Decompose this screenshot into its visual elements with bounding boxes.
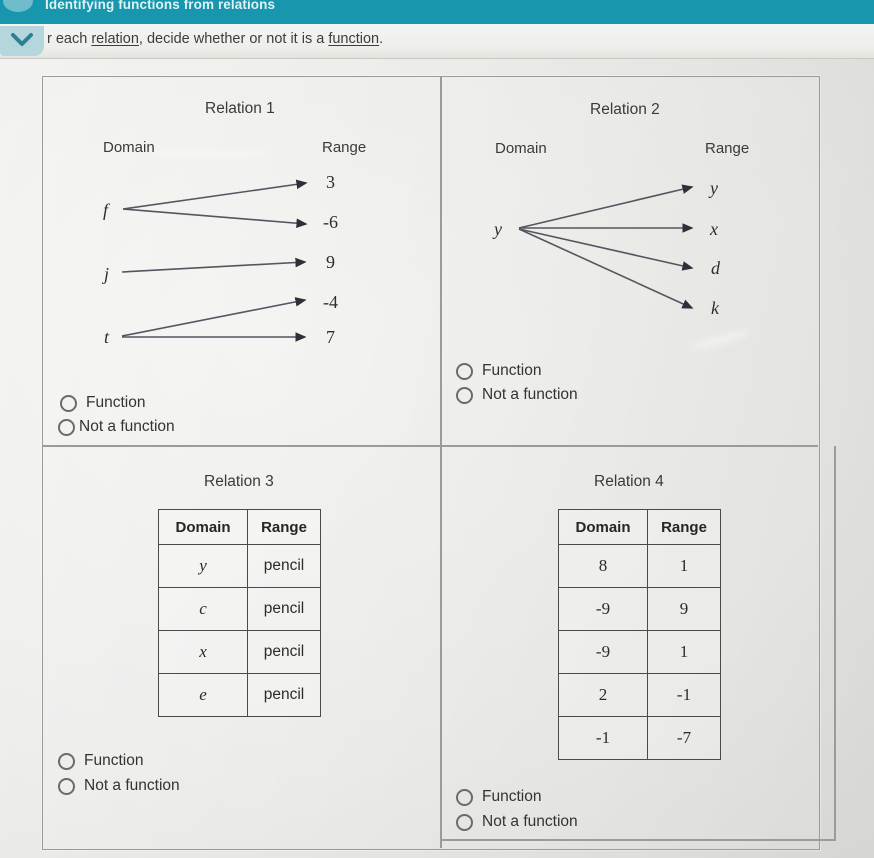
relation-1-range-node-3: -4 xyxy=(323,292,338,312)
relation-1-option-function[interactable]: Function xyxy=(60,394,145,412)
relation-1-range-node-0: 3 xyxy=(326,172,335,192)
collapse-toggle-button[interactable] xyxy=(0,26,44,56)
relation-4-radio-function[interactable] xyxy=(456,788,473,806)
relation-2-range-node-3: k xyxy=(711,298,719,318)
relation-4-cell-1-0: -9 xyxy=(558,587,648,631)
relation-2-range-node-0: y xyxy=(710,178,718,198)
relation-3-option-not-a-function[interactable]: Not a function xyxy=(58,777,180,795)
relation-1-radio-not-a-function[interactable] xyxy=(58,418,75,436)
instruction-text: r each relation, decide whether or not i… xyxy=(47,31,383,47)
table-row: -1 -7 xyxy=(558,716,721,760)
relation-4-cell-3-0: 2 xyxy=(558,673,648,717)
relation-4-cell-4-1: -7 xyxy=(647,716,721,760)
relation-2-title: Relation 2 xyxy=(590,101,660,118)
relation-3-table: Domain Range y pencil c pencil x pencil … xyxy=(158,509,321,717)
table-row: c pencil xyxy=(158,587,321,631)
table-row: 8 1 xyxy=(558,544,721,588)
relation-3-label-function: Function xyxy=(84,752,144,769)
relation-3-cell-1-1: pencil xyxy=(247,587,321,631)
relation-4-cell-0-0: 8 xyxy=(558,544,648,588)
table-row: e pencil xyxy=(158,673,321,717)
relation-2-label-function: Function xyxy=(482,362,542,379)
lesson-title: Identifying functions from relations xyxy=(45,0,276,12)
relation-1-range-node-4: 7 xyxy=(326,327,335,347)
relation-2-range-label: Range xyxy=(705,140,750,157)
relation-3-radio-function[interactable] xyxy=(58,752,75,770)
relation-1-domain-node-2: t xyxy=(104,327,110,347)
relation-4-cell-4-0: -1 xyxy=(558,716,648,760)
frame-bottom-right-bottom-edge xyxy=(440,839,836,841)
relation-1-radio-function[interactable] xyxy=(60,394,77,412)
decorative-dot xyxy=(3,0,33,12)
relation-2-radio-function[interactable] xyxy=(456,362,473,380)
relation-3-option-function[interactable]: Function xyxy=(58,752,143,770)
instruction-suffix: . xyxy=(379,31,384,47)
relation-3-title: Relation 3 xyxy=(204,473,274,490)
relation-4-header-domain: Domain xyxy=(558,509,648,545)
relation-3-header-domain: Domain xyxy=(158,509,248,545)
photo-glare-2 xyxy=(150,150,270,158)
relation-3-cell-2-0: x xyxy=(158,630,248,674)
relation-3-cell-0-0: y xyxy=(158,544,248,588)
relation-1-label-function: Function xyxy=(86,394,146,411)
relation-link[interactable]: relation xyxy=(91,31,139,47)
relation-1-domain-node-0: f xyxy=(103,200,109,220)
relation-2-range-node-1: x xyxy=(710,219,718,239)
table-row: y pencil xyxy=(158,544,321,588)
instruction-bar: r each relation, decide whether or not i… xyxy=(0,24,874,59)
relation-2-option-not-a-function[interactable]: Not a function xyxy=(456,386,578,404)
frame-horizontal-divider xyxy=(42,445,818,447)
relation-4-header-range: Range xyxy=(647,509,721,545)
relation-1-range-node-1: -6 xyxy=(323,212,338,232)
relation-2-domain-label: Domain xyxy=(495,140,547,157)
frame-bottom-right-edge xyxy=(834,446,836,840)
frame-vertical-divider xyxy=(440,76,442,848)
relation-1-range-label: Range xyxy=(322,139,367,156)
relation-1-title: Relation 1 xyxy=(205,100,275,117)
table-row: -9 1 xyxy=(558,630,721,674)
table-header-row: Domain Range xyxy=(558,509,721,545)
relation-2-option-function[interactable]: Function xyxy=(456,362,541,380)
relation-4-cell-2-0: -9 xyxy=(558,630,648,674)
relation-4-cell-2-1: 1 xyxy=(647,630,721,674)
relation-2-label-not-a-function: Not a function xyxy=(482,386,578,403)
relation-4-label-function: Function xyxy=(482,788,542,805)
table-row: -9 9 xyxy=(558,587,721,631)
instruction-prefix: r each xyxy=(47,31,92,47)
relation-3-label-not-a-function: Not a function xyxy=(84,777,180,794)
relation-4-cell-3-1: -1 xyxy=(647,673,721,717)
relation-4-label-not-a-function: Not a function xyxy=(482,813,578,830)
relation-3-header-range: Range xyxy=(247,509,321,545)
relation-1-option-not-a-function[interactable]: Not a function xyxy=(58,418,175,436)
table-header-row: Domain Range xyxy=(158,509,321,545)
relation-4-radio-not-a-function[interactable] xyxy=(456,813,473,831)
function-link[interactable]: function xyxy=(328,31,379,47)
relation-4-cell-0-1: 1 xyxy=(647,544,721,588)
instruction-middle: , decide whether or not it is a xyxy=(138,31,329,47)
relation-1-domain-node-1: j xyxy=(104,264,110,284)
relation-4-option-function[interactable]: Function xyxy=(456,788,541,806)
relation-4-option-not-a-function[interactable]: Not a function xyxy=(456,813,578,831)
relation-3-cell-2-1: pencil xyxy=(247,630,321,674)
relation-3-cell-1-0: c xyxy=(158,587,248,631)
table-row: 2 -1 xyxy=(558,673,721,717)
table-row: x pencil xyxy=(158,630,321,674)
relation-4-title: Relation 4 xyxy=(594,473,664,490)
relation-4-cell-1-1: 9 xyxy=(647,587,721,631)
relation-3-cell-3-1: pencil xyxy=(247,673,321,717)
relation-2-radio-not-a-function[interactable] xyxy=(456,386,473,404)
relation-1-domain-label: Domain xyxy=(103,139,155,156)
relation-3-cell-0-1: pencil xyxy=(247,544,321,588)
relation-4-table: Domain Range 8 1 -9 9 -9 1 2 -1 -1 -7 xyxy=(558,509,721,760)
relation-3-radio-not-a-function[interactable] xyxy=(58,777,75,795)
chevron-down-icon xyxy=(11,33,33,46)
relation-2-range-node-2: d xyxy=(711,258,720,278)
relation-3-cell-3-0: e xyxy=(158,673,248,717)
app-top-bar: Identifying functions from relations xyxy=(0,0,874,24)
relation-1-label-not-a-function: Not a function xyxy=(79,418,175,435)
relation-1-range-node-2: 9 xyxy=(326,252,335,272)
relation-2-domain-node-0: y xyxy=(494,219,502,239)
